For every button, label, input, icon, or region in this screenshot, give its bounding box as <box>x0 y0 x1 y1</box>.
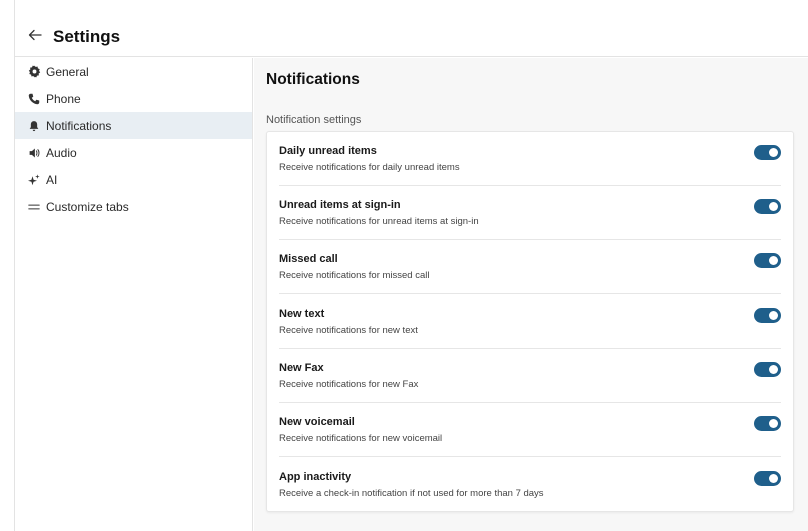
setting-title: Unread items at sign-in <box>279 199 401 211</box>
gear-icon <box>27 65 41 79</box>
toggle-knob <box>769 311 778 320</box>
setting-row: New text Receive notifications for new t… <box>267 295 793 349</box>
section-label: Notification settings <box>266 114 362 126</box>
sidebar-item-label: Customize tabs <box>46 199 129 214</box>
toggle-knob <box>769 365 778 374</box>
setting-row: Unread items at sign-in Receive notifica… <box>267 186 793 240</box>
sidebar-item-customize-tabs[interactable]: Customize tabs <box>15 193 252 220</box>
toggle-switch[interactable] <box>754 199 781 214</box>
setting-row: Missed call Receive notifications for mi… <box>267 240 793 294</box>
toggle-switch[interactable] <box>754 362 781 377</box>
bell-icon <box>27 119 41 133</box>
sidebar-item-audio[interactable]: Audio <box>15 139 252 166</box>
page-title: Settings <box>53 27 121 46</box>
toggle-knob <box>769 148 778 157</box>
speaker-icon <box>27 146 41 160</box>
divider <box>279 293 781 294</box>
back-arrow-icon[interactable] <box>27 27 43 43</box>
sidebar-item-ai[interactable]: AI <box>15 166 252 193</box>
setting-title: New text <box>279 308 325 320</box>
header: Settings <box>15 0 808 57</box>
setting-description: Receive notifications for new Fax <box>279 379 419 390</box>
setting-title: App inactivity <box>279 471 352 483</box>
setting-row: New Fax Receive notifications for new Fa… <box>267 349 793 403</box>
divider <box>279 456 781 457</box>
settings-window: Settings General Phone Notifications Aud… <box>14 0 808 531</box>
lines-icon <box>27 200 41 214</box>
sidebar: General Phone Notifications Audio AI Cus… <box>15 58 253 531</box>
toggle-knob <box>769 474 778 483</box>
toggle-switch[interactable] <box>754 471 781 486</box>
setting-title: Missed call <box>279 253 338 265</box>
sidebar-item-label: General <box>46 64 89 79</box>
setting-description: Receive a check-in notification if not u… <box>279 488 544 499</box>
sidebar-item-notifications[interactable]: Notifications <box>15 112 252 139</box>
setting-title: Daily unread items <box>279 145 377 157</box>
main-panel: Notifications Notification settings Dail… <box>254 58 808 531</box>
setting-description: Receive notifications for new text <box>279 325 418 336</box>
setting-description: Receive notifications for missed call <box>279 270 430 281</box>
toggle-switch[interactable] <box>754 145 781 160</box>
setting-title: New Fax <box>279 362 324 374</box>
setting-row: New voicemail Receive notifications for … <box>267 403 793 457</box>
sidebar-item-label: Audio <box>46 145 77 160</box>
setting-description: Receive notifications for daily unread i… <box>279 162 460 173</box>
toggle-knob <box>769 202 778 211</box>
setting-description: Receive notifications for unread items a… <box>279 216 479 227</box>
sidebar-item-phone[interactable]: Phone <box>15 85 252 112</box>
setting-row: Daily unread items Receive notifications… <box>267 132 793 186</box>
sidebar-item-label: Phone <box>46 91 81 106</box>
sparkle-icon <box>27 173 41 187</box>
toggle-switch[interactable] <box>754 253 781 268</box>
phone-icon <box>27 92 41 106</box>
sidebar-item-general[interactable]: General <box>15 58 252 85</box>
sidebar-item-label: Notifications <box>46 118 112 133</box>
notification-settings-card: Daily unread items Receive notifications… <box>266 131 794 512</box>
setting-row: App inactivity Receive a check-in notifi… <box>267 458 793 512</box>
toggle-switch[interactable] <box>754 416 781 431</box>
setting-description: Receive notifications for new voicemail <box>279 433 443 444</box>
toggle-switch[interactable] <box>754 308 781 323</box>
toggle-knob <box>769 419 778 428</box>
setting-title: New voicemail <box>279 416 355 428</box>
section-title: Notifications <box>266 71 360 88</box>
toggle-knob <box>769 256 778 265</box>
sidebar-item-label: AI <box>46 172 58 187</box>
